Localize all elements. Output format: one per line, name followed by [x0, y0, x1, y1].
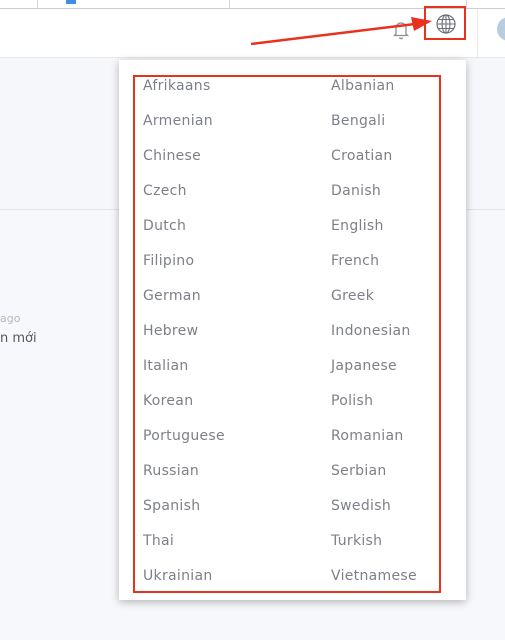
annotation-highlight-box: [424, 6, 466, 40]
tab-divider: [466, 0, 467, 8]
annotation-list-highlight: [133, 75, 441, 593]
message-snippet: n mới: [0, 331, 37, 346]
tab-favicon-icon: [66, 0, 76, 4]
avatar[interactable]: [497, 17, 505, 41]
header-divider: [477, 9, 478, 57]
tab-divider: [229, 0, 230, 8]
timestamp-text: ago: [0, 312, 21, 325]
tab-divider: [37, 0, 38, 8]
bell-icon[interactable]: [393, 20, 409, 40]
